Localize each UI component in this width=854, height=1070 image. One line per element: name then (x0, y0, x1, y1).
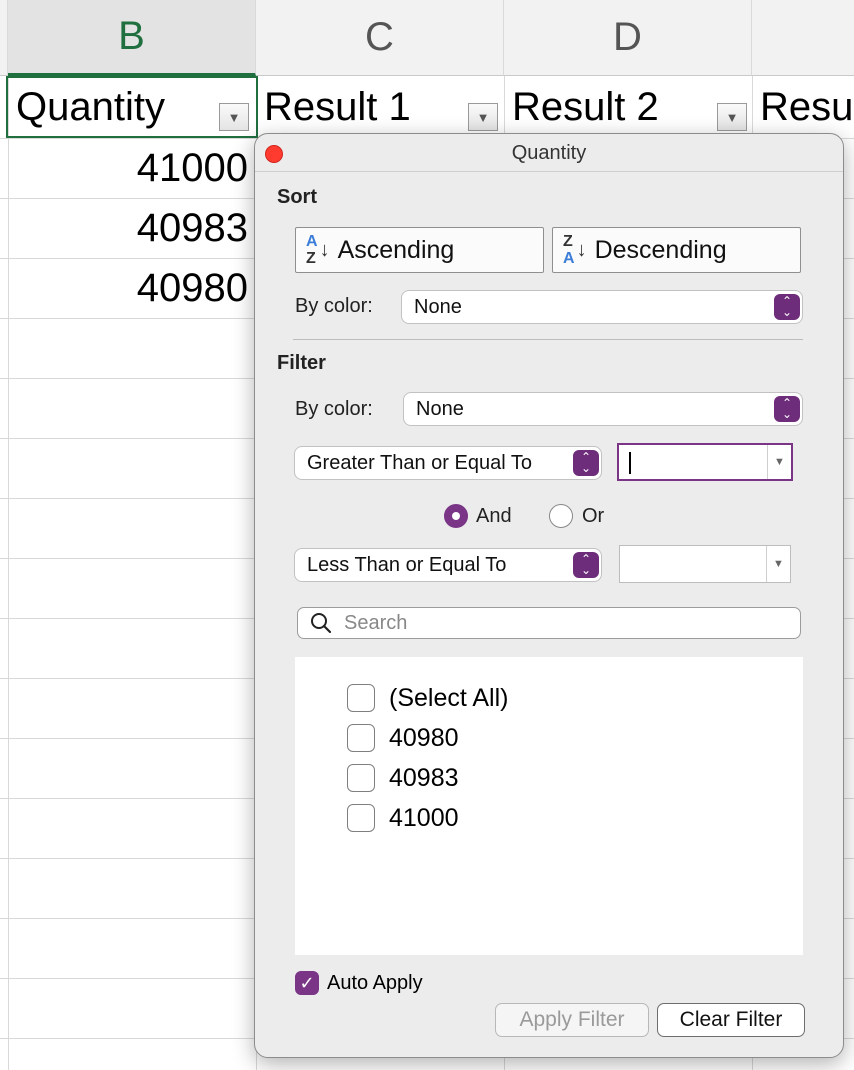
select-value: Less Than or Equal To (307, 553, 507, 576)
section-divider (293, 339, 803, 340)
condition-1-value-input[interactable]: ▼ (617, 443, 793, 481)
auto-apply-checkbox[interactable]: ✓ (295, 971, 319, 995)
column-letter: C (365, 15, 394, 59)
cell-text: Result 2 (512, 84, 659, 129)
column-header-c[interactable]: C (256, 0, 504, 76)
column-header-b[interactable]: B (8, 0, 256, 76)
cell-e1-result-3[interactable]: Result 3 (752, 76, 854, 138)
and-radio[interactable] (444, 504, 468, 528)
cell-b2[interactable]: 41000 (8, 138, 248, 198)
and-radio-label: And (476, 505, 512, 527)
filter-by-color-select[interactable]: None ⌃ ⌄ (403, 392, 803, 426)
condition-1-select[interactable]: Greater Than or Equal To ⌃ ⌄ (294, 446, 602, 480)
cell-text: Result 3 (760, 84, 854, 129)
cell-d1-result-2[interactable]: Result 2 (504, 76, 752, 138)
cell-b3[interactable]: 40983 (8, 198, 248, 258)
list-item-label: (Select All) (389, 683, 509, 712)
sort-ascending-button[interactable]: AZ ↓ Ascending (295, 227, 544, 273)
close-button[interactable] (265, 145, 283, 163)
list-item[interactable]: 40980 (347, 723, 459, 753)
auto-apply-checkbox-row[interactable]: ✓ Auto Apply (295, 968, 423, 998)
chevron-down-icon[interactable]: ▼ (767, 445, 791, 479)
sort-section-label: Sort (277, 186, 317, 208)
cell-b4[interactable]: 40980 (8, 258, 248, 318)
column-header-d[interactable]: D (504, 0, 752, 76)
apply-filter-button[interactable]: Apply Filter (495, 1003, 649, 1037)
checkbox[interactable] (347, 684, 375, 712)
filter-dropdown-button-d[interactable]: ▼ (717, 103, 747, 131)
list-item-label: 40980 (389, 723, 459, 752)
select-value: None (416, 397, 464, 420)
cell-c1-result-1[interactable]: Result 1 (256, 76, 504, 138)
arrow-down-icon: ↓ (319, 238, 330, 261)
value-list: (Select All) 40980 40983 41000 (295, 657, 803, 955)
sort-by-color-label: By color: (295, 295, 373, 317)
clear-filter-button[interactable]: Clear Filter (657, 1003, 805, 1037)
filter-popup: Quantity Sort AZ ↓ Ascending ZA ↓ Descen… (254, 133, 844, 1058)
list-item-select-all[interactable]: (Select All) (347, 683, 508, 713)
select-value: None (414, 295, 462, 318)
chevron-down-icon: ▼ (725, 109, 739, 125)
sort-descending-button[interactable]: ZA ↓ Descending (552, 227, 801, 273)
sort-za-icon: ZA (563, 233, 575, 267)
checkmark-icon: ✓ (299, 972, 315, 993)
list-item-label: 41000 (389, 803, 459, 832)
checkbox[interactable] (347, 764, 375, 792)
or-radio-label: Or (582, 505, 605, 527)
auto-apply-label: Auto Apply (327, 971, 423, 994)
sort-descending-label: Descending (594, 235, 727, 264)
popup-title: Quantity (255, 134, 843, 172)
column-header-a-edge (0, 0, 8, 76)
select-stepper-icon: ⌃ ⌄ (774, 396, 800, 422)
column-letter: B (118, 14, 145, 58)
chevron-down-icon: ▼ (476, 109, 490, 125)
text-cursor (629, 452, 631, 474)
filter-by-color-label: By color: (295, 398, 373, 420)
search-field[interactable] (297, 607, 801, 639)
select-stepper-icon: ⌃ ⌄ (573, 552, 599, 578)
condition-2-value-input[interactable]: ▼ (619, 545, 791, 583)
search-input[interactable] (342, 610, 762, 636)
checkbox[interactable] (347, 724, 375, 752)
list-item[interactable]: 40983 (347, 763, 459, 793)
checkbox[interactable] (347, 804, 375, 832)
filter-section-label: Filter (277, 352, 326, 374)
filter-funnel-icon: ▼ (227, 109, 241, 125)
sort-by-color-select[interactable]: None ⌃ ⌄ (401, 290, 803, 324)
sort-ascending-label: Ascending (337, 235, 455, 264)
sort-az-icon: AZ (306, 233, 318, 267)
arrow-down-icon: ↓ (576, 238, 587, 261)
list-item[interactable]: 41000 (347, 803, 459, 833)
column-header-e[interactable] (752, 0, 854, 76)
column-letter: D (613, 15, 642, 59)
select-value: Greater Than or Equal To (307, 451, 532, 474)
condition-2-select[interactable]: Less Than or Equal To ⌃ ⌄ (294, 548, 602, 582)
select-stepper-icon: ⌃ ⌄ (573, 450, 599, 476)
cell-text: Quantity (16, 84, 165, 129)
cell-text: Result 1 (264, 84, 411, 129)
filter-active-button[interactable]: ▼ (219, 103, 249, 131)
or-radio[interactable] (549, 504, 573, 528)
list-item-label: 40983 (389, 763, 459, 792)
select-stepper-icon: ⌃ ⌄ (774, 294, 800, 320)
search-icon (311, 613, 332, 634)
chevron-down-icon[interactable]: ▼ (766, 546, 790, 582)
filter-dropdown-button-c[interactable]: ▼ (468, 103, 498, 131)
